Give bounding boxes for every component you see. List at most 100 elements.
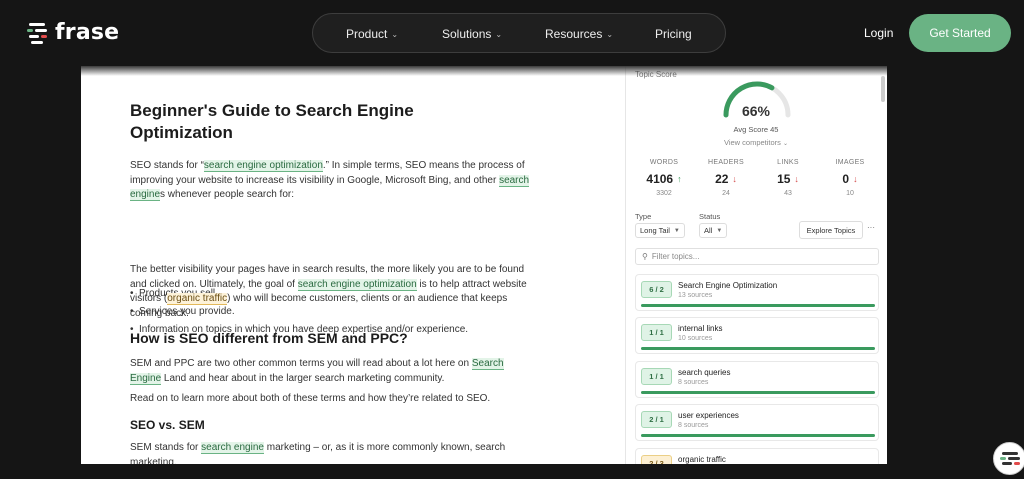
topic-count-badge: 2 / 3 <box>641 455 672 464</box>
stat-target: 10 <box>846 190 854 197</box>
stat-label: IMAGES <box>835 159 865 166</box>
frase-logo-icon <box>27 21 49 45</box>
stat-value: 0 <box>842 172 850 186</box>
article-title: Beginner's Guide to Search Engine Optimi… <box>130 101 414 142</box>
scrollbar-thumb[interactable] <box>881 76 885 102</box>
topic-sources: 8 sources <box>678 422 709 429</box>
type-select[interactable]: Long Tail ▼ <box>635 223 685 238</box>
section-heading: How is SEO different from SEM and PPC? <box>130 330 408 346</box>
menu-label: Resources <box>545 27 603 41</box>
stat-label: HEADERS <box>708 159 744 166</box>
explore-topics-button[interactable]: Explore Topics <box>799 221 863 239</box>
chevron-down-icon: ▼ <box>673 227 680 234</box>
text: View competitors <box>723 138 781 147</box>
paragraph-2: The better visibility your pages have in… <box>130 263 530 321</box>
text: s whenever people search for: <box>160 189 294 200</box>
topic-item[interactable]: 6 / 2 Search Engine Optimization 13 sour… <box>635 274 879 311</box>
menu-label: Solutions <box>442 27 492 41</box>
stat-links: LINKS 15 ↓ 43 <box>759 159 817 197</box>
frase-logo[interactable]: frase <box>27 20 119 45</box>
status-select[interactable]: All ▼ <box>699 223 728 238</box>
main-menu: Product ⌄ Solutions ⌄ Resources ⌄ Pricin… <box>312 13 726 53</box>
arrow-down-icon: ↓ <box>853 174 858 184</box>
highlight-topic[interactable]: search engine optimization <box>297 278 417 291</box>
topic-progress-bar <box>641 347 875 350</box>
topic-count-badge: 6 / 2 <box>641 281 672 298</box>
topic-count-badge: 1 / 1 <box>641 324 672 341</box>
placeholder: Filter topics... <box>651 252 700 261</box>
arrow-up-icon: ↑ <box>677 174 682 184</box>
text: SEO stands for “ <box>130 160 204 171</box>
stat-images: IMAGES 0 ↓ 10 <box>821 159 879 197</box>
frame-shadow <box>81 66 887 76</box>
topic-sources: 8 sources <box>678 379 709 386</box>
chevron-down-icon: ⌄ <box>783 141 789 147</box>
stat-value: 4106 <box>646 172 674 186</box>
stat-label: LINKS <box>777 159 799 166</box>
menu-product[interactable]: Product ⌄ <box>346 27 398 41</box>
highlight-topic-warning[interactable]: organic traffic <box>167 293 228 305</box>
highlight-topic[interactable]: search engine <box>201 442 264 454</box>
subsection-heading: SEO vs. SEM <box>130 418 205 432</box>
topic-sources: 10 sources <box>678 335 713 342</box>
topic-name: search queries <box>678 368 731 377</box>
stat-target: 43 <box>784 190 792 197</box>
topic-progress-bar <box>641 304 875 307</box>
chevron-down-icon: ▼ <box>716 227 723 234</box>
topic-progress-bar <box>641 391 875 394</box>
topic-item[interactable]: 2 / 3 organic traffic <box>635 448 879 464</box>
chat-launcher-button[interactable] <box>993 442 1024 475</box>
arrow-down-icon: ↓ <box>794 174 799 184</box>
article-editor[interactable]: Beginner's Guide to Search Engine Optimi… <box>81 66 625 464</box>
type-label: Type <box>635 212 652 221</box>
topic-score-panel: Topic Score 66% Avg Score 45 View compet… <box>626 66 887 464</box>
stat-target: 24 <box>722 190 730 197</box>
topic-sources: 13 sources <box>678 292 713 299</box>
chevron-down-icon: ⌄ <box>495 29 503 39</box>
menu-pricing[interactable]: Pricing <box>655 27 692 41</box>
brand-name: frase <box>55 20 120 45</box>
text: SEM stands for <box>130 442 202 453</box>
view-competitors-link[interactable]: View competitors ⌄ <box>696 138 816 147</box>
filter-topics-input[interactable]: ⚲ Filter topics... <box>635 248 879 265</box>
more-options-icon[interactable]: ··· <box>867 223 875 232</box>
search-icon: ⚲ <box>642 252 648 261</box>
topic-item[interactable]: 1 / 1 search queries 8 sources <box>635 361 879 398</box>
menu-solutions[interactable]: Solutions ⌄ <box>442 27 502 41</box>
menu-label: Product <box>346 27 388 41</box>
topic-name: internal links <box>678 324 723 333</box>
select-value: All <box>704 226 713 235</box>
score-value: 66% <box>741 103 771 119</box>
menu-label: Pricing <box>655 27 692 41</box>
stat-words: WORDS 4106 ↑ 3302 <box>635 159 693 197</box>
paragraph-1: SEO stands for “search engine optimizati… <box>130 159 530 203</box>
login-link[interactable]: Login <box>864 26 893 40</box>
status-label: Status <box>699 212 721 221</box>
topic-item[interactable]: 1 / 1 internal links 10 sources <box>635 317 879 354</box>
topic-name: organic traffic <box>678 455 726 464</box>
text: SEM and PPC are two other common terms y… <box>130 358 472 369</box>
menu-resources[interactable]: Resources ⌄ <box>545 27 613 41</box>
product-screenshot: Beginner's Guide to Search Engine Optimi… <box>81 66 887 464</box>
stat-target: 3302 <box>656 190 672 197</box>
arrow-down-icon: ↓ <box>732 174 737 184</box>
select-value: Long Tail <box>640 226 670 235</box>
chevron-down-icon: ⌄ <box>391 29 399 39</box>
highlight-topic[interactable]: search engine optimization <box>203 160 323 172</box>
stat-label: WORDS <box>649 159 679 166</box>
paragraph-5: SEM stands for search engine marketing –… <box>130 441 530 464</box>
topic-progress-bar <box>641 434 875 437</box>
stat-headers: HEADERS 22 ↓ 24 <box>697 159 755 197</box>
topic-count-badge: 1 / 1 <box>641 368 672 385</box>
topic-item[interactable]: 2 / 1 user experiences 8 sources <box>635 404 879 441</box>
avg-score: Avg Score 45 <box>733 125 779 134</box>
text: Land and hear about in the larger search… <box>161 372 445 384</box>
stat-value: 15 <box>777 172 791 186</box>
topic-name: user experiences <box>678 411 739 420</box>
paragraph-4: Read on to learn more about both of thes… <box>130 393 491 404</box>
topic-count-badge: 2 / 1 <box>641 411 672 428</box>
chevron-down-icon: ⌄ <box>606 29 614 39</box>
stat-value: 22 <box>715 172 729 186</box>
get-started-button[interactable]: Get Started <box>909 14 1011 52</box>
topic-name: Search Engine Optimization <box>678 281 778 290</box>
